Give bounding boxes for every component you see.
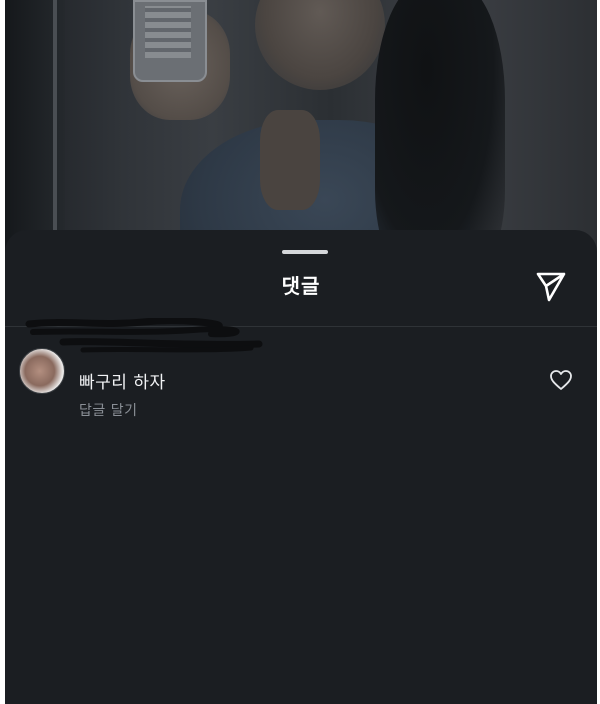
like-button[interactable] — [547, 366, 575, 394]
avatar[interactable] — [19, 348, 65, 394]
photo-phone-sticker — [145, 6, 191, 58]
photo-neck — [260, 110, 320, 210]
screen: 댓글 빠구리 하자 답글 달기 — [0, 0, 600, 704]
photo-face — [255, 0, 385, 90]
drag-handle[interactable] — [282, 250, 328, 254]
comment-item: 빠구리 하자 답글 달기 — [19, 348, 589, 428]
paper-plane-icon — [536, 272, 566, 302]
share-button[interactable] — [533, 268, 569, 304]
sheet-title: 댓글 — [281, 274, 321, 298]
comments-sheet: 댓글 빠구리 하자 답글 달기 — [5, 230, 597, 704]
comment-text: 빠구리 하자 — [79, 373, 166, 393]
heart-outline-icon — [550, 370, 572, 390]
reply-button[interactable]: 답글 달기 — [79, 400, 137, 420]
